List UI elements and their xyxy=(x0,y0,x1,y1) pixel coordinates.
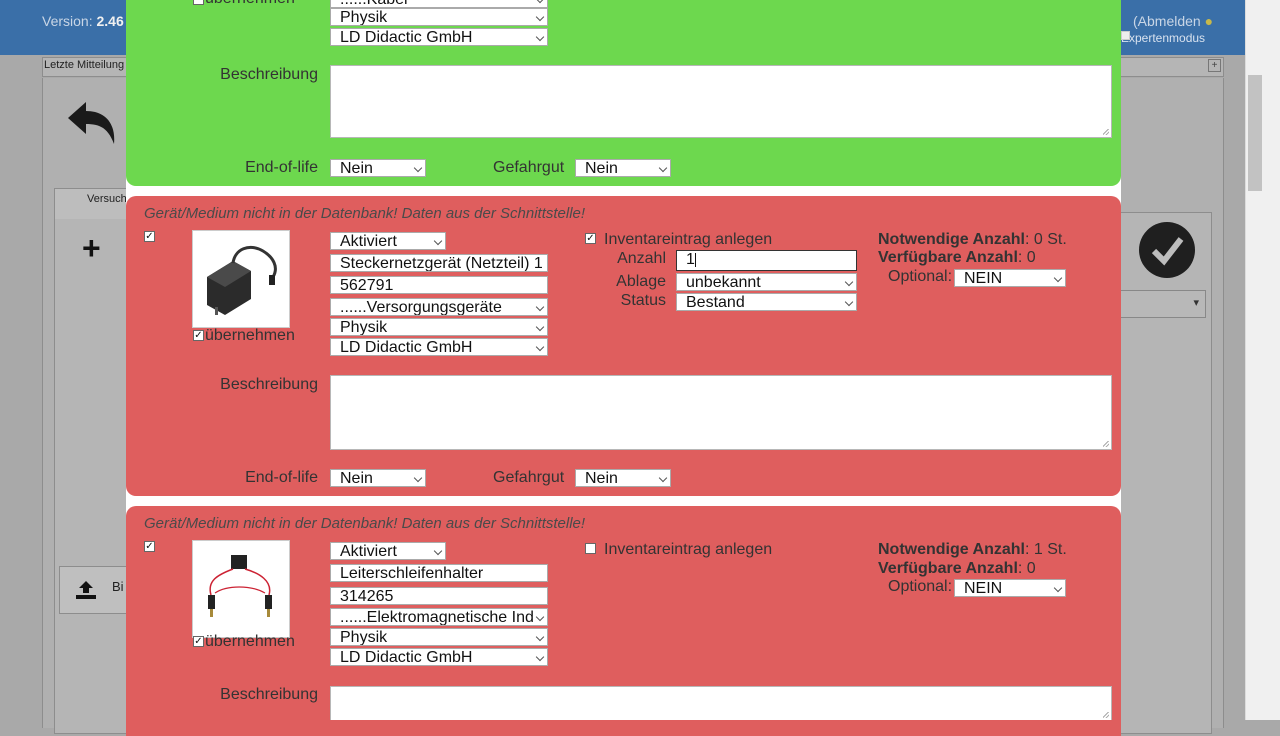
db-notice-3: Gerät/Medium nicht in der Datenbank! Dat… xyxy=(144,515,586,532)
category-select-3[interactable]: ......Elektromagnetische Ind xyxy=(330,608,548,626)
hazmat-label-2: Gefahrgut xyxy=(493,469,565,486)
status-label-2: Status xyxy=(620,292,666,309)
available-count-3: Verfügbare Anzahl: 0 xyxy=(878,560,1036,577)
hazmat-select-2[interactable]: Nein xyxy=(575,469,671,487)
description-textarea-2[interactable] xyxy=(330,375,1112,450)
ablage-label-2: Ablage xyxy=(616,273,666,290)
scrollbar-thumb[interactable] xyxy=(1248,75,1262,191)
inventory-checkbox-3[interactable] xyxy=(585,543,596,554)
eol-select-1[interactable]: Nein xyxy=(330,159,426,177)
name-input-2[interactable]: Steckernetzgerät (Netzteil) 1 xyxy=(330,254,548,272)
uebernehmen-checkbox-1[interactable] xyxy=(193,0,204,5)
tab-versuch-label: Versuch xyxy=(87,193,127,205)
description-label-1: Beschreibung xyxy=(220,66,318,83)
power-adapter-image xyxy=(207,246,277,315)
db-notice-2: Gerät/Medium nicht in der Datenbank! Dat… xyxy=(144,205,586,222)
text-cursor xyxy=(695,253,696,267)
optional-select-2[interactable]: NEIN xyxy=(954,269,1066,287)
inventory-label-3: Inventareintrag anlegen xyxy=(604,541,773,558)
add-icon[interactable]: + xyxy=(82,230,101,267)
uebernehmen-checkbox-3[interactable]: ✓ xyxy=(193,636,204,647)
loop-holder-image xyxy=(208,555,272,617)
message-bar-label: Letzte Mitteilung xyxy=(44,59,125,71)
number-input-3[interactable]: 314265 xyxy=(330,587,548,605)
upload-label: Bi xyxy=(112,579,124,594)
anzahl-input-2[interactable]: 1 xyxy=(676,250,857,271)
logout-link[interactable]: (Abmelden ● xyxy=(1133,13,1213,29)
select-item-checkbox-2[interactable]: ✓ xyxy=(144,231,155,242)
upload-icon xyxy=(76,581,96,599)
hazmat-label-1: Gefahrgut xyxy=(493,159,565,176)
description-textarea-1[interactable] xyxy=(330,65,1112,138)
description-label-3: Beschreibung xyxy=(220,686,318,703)
uebernehmen-checkbox-2[interactable]: ✓ xyxy=(193,330,204,341)
manufacturer-select-1[interactable]: LD Didactic GmbH xyxy=(330,28,548,46)
name-input-3[interactable]: Leiterschleifenhalter xyxy=(330,564,548,582)
manufacturer-select-3[interactable]: LD Didactic GmbH xyxy=(330,648,548,666)
anzahl-label-2: Anzahl xyxy=(617,250,666,267)
hazmat-select-1[interactable]: Nein xyxy=(575,159,671,177)
description-textarea-3[interactable] xyxy=(330,686,1112,720)
inventory-label-2: Inventareintrag anlegen xyxy=(604,231,773,248)
eol-label-1: End-of-life xyxy=(245,159,318,176)
status-value-select-2[interactable]: Bestand xyxy=(676,293,857,311)
subject-select-1[interactable]: Physik xyxy=(330,8,548,26)
uebernehmen-label-3: übernehmen xyxy=(205,633,295,650)
expert-mode-toggle[interactable]: Expertenmodus xyxy=(1121,31,1205,45)
select-item-checkbox-3[interactable]: ✓ xyxy=(144,541,155,552)
confirm-check-icon[interactable] xyxy=(1139,222,1195,278)
expand-icon[interactable]: + xyxy=(1208,59,1221,72)
uebernehmen-label-2: übernehmen xyxy=(205,327,295,344)
key-icon: ● xyxy=(1204,13,1214,29)
subject-select-3[interactable]: Physik xyxy=(330,628,548,646)
status-select-3[interactable]: Aktiviert xyxy=(330,542,446,560)
manufacturer-select-2[interactable]: LD Didactic GmbH xyxy=(330,338,548,356)
optional-label-3: Optional: xyxy=(888,578,953,595)
version-info: Version: 2.46 xyxy=(42,13,124,29)
product-image-3 xyxy=(192,540,290,638)
required-count-3: Notwendige Anzahl: 1 St. xyxy=(878,541,1067,558)
product-image-2 xyxy=(192,230,290,328)
subject-select-2[interactable]: Physik xyxy=(330,318,548,336)
category-select-2[interactable]: ......Versorgungsgeräte xyxy=(330,298,548,316)
optional-label-2: Optional: xyxy=(888,268,953,285)
back-arrow-icon[interactable] xyxy=(64,96,120,152)
eol-label-2: End-of-life xyxy=(245,469,318,486)
uebernehmen-label-1: übernehmen xyxy=(205,0,295,8)
required-count-2: Notwendige Anzahl: 0 St. xyxy=(878,231,1067,248)
ablage-select-2[interactable]: unbekannt xyxy=(676,273,857,291)
description-label-2: Beschreibung xyxy=(220,376,318,393)
background-select[interactable]: ▾ xyxy=(1120,290,1206,318)
inventory-checkbox-2[interactable]: ✓ xyxy=(585,233,596,244)
eol-select-2[interactable]: Nein xyxy=(330,469,426,487)
number-input-2[interactable]: 562791 xyxy=(330,276,548,294)
status-select-2[interactable]: Aktiviert xyxy=(330,232,446,250)
category-select-1[interactable]: ......Kabel xyxy=(330,0,548,8)
available-count-2: Verfügbare Anzahl: 0 xyxy=(878,249,1036,266)
optional-select-3[interactable]: NEIN xyxy=(954,579,1066,597)
expert-mode-checkbox[interactable] xyxy=(1121,31,1130,40)
